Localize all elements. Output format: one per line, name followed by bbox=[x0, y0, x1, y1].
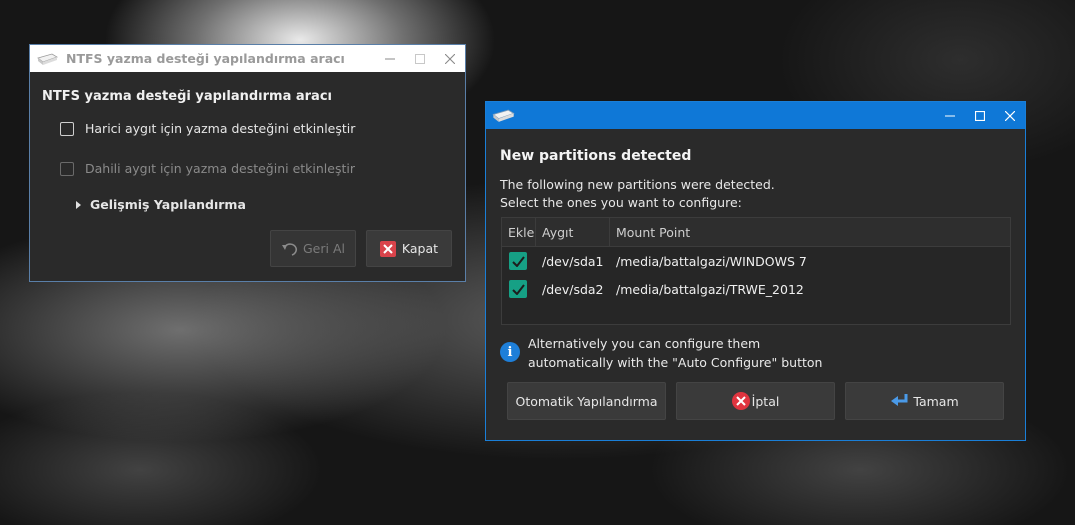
cancel-icon bbox=[731, 392, 750, 410]
partitions-table[interactable]: Ekle Aygıt Mount Point /dev/sda1 /media/… bbox=[501, 217, 1011, 325]
column-header-device[interactable]: Aygıt bbox=[536, 218, 610, 246]
close-window-button[interactable]: Kapat bbox=[366, 230, 452, 267]
maximize-button[interactable] bbox=[965, 102, 995, 129]
ntfs-window-titlebar[interactable]: NTFS yazma desteği yapılandırma aracı bbox=[30, 45, 465, 72]
undo-icon bbox=[282, 242, 298, 256]
advanced-config-expander[interactable]: Gelişmiş Yapılandırma bbox=[76, 197, 246, 212]
device-cell: /dev/sda2 bbox=[542, 281, 604, 297]
maximize-icon bbox=[975, 110, 985, 121]
internal-write-label: Dahili aygıt için yazma desteğini etkinl… bbox=[85, 161, 356, 176]
ok-button[interactable]: Tamam bbox=[845, 382, 1004, 420]
external-write-checkbox[interactable] bbox=[60, 121, 74, 136]
drive-icon bbox=[36, 52, 58, 66]
check-icon bbox=[511, 255, 525, 267]
expand-arrow-icon bbox=[76, 200, 81, 209]
table-header: Ekle Aygıt Mount Point bbox=[502, 218, 1010, 247]
info-icon: i bbox=[500, 342, 520, 362]
external-write-label: Harici aygıt için yazma desteğini etkinl… bbox=[85, 121, 356, 136]
check-icon bbox=[511, 283, 525, 295]
close-icon bbox=[445, 53, 455, 64]
mount-point-cell: /media/battalgazi/TRWE_2012 bbox=[616, 281, 804, 297]
maximize-icon bbox=[415, 53, 425, 64]
table-row[interactable]: /dev/sda2 /media/battalgazi/TRWE_2012 bbox=[502, 275, 1010, 303]
ntfs-config-window: NTFS yazma desteği yapılandırma aracı NT… bbox=[29, 44, 466, 282]
partitions-window-titlebar[interactable] bbox=[486, 102, 1025, 129]
device-cell: /dev/sda1 bbox=[542, 253, 604, 269]
minimize-button[interactable] bbox=[935, 102, 965, 129]
window-title: NTFS yazma desteği yapılandırma aracı bbox=[66, 51, 345, 66]
table-row[interactable]: /dev/sda1 /media/battalgazi/WINDOWS 7 bbox=[502, 247, 1010, 275]
drive-icon bbox=[491, 108, 935, 123]
internal-write-option: Dahili aygıt için yazma desteğini etkinl… bbox=[60, 161, 355, 176]
maximize-button[interactable] bbox=[405, 45, 435, 72]
revert-button: Geri Al bbox=[270, 230, 356, 267]
close-button[interactable] bbox=[995, 102, 1025, 129]
mount-point-cell: /media/battalgazi/WINDOWS 7 bbox=[616, 253, 807, 269]
close-x-icon bbox=[379, 240, 396, 257]
page-title: New partitions detected bbox=[500, 148, 692, 164]
close-button[interactable] bbox=[435, 45, 465, 72]
row-checkbox[interactable] bbox=[509, 280, 527, 298]
new-partitions-window: New partitions detected The following ne… bbox=[485, 101, 1026, 441]
column-header-mount[interactable]: Mount Point bbox=[610, 218, 1010, 246]
external-write-option[interactable]: Harici aygıt için yazma desteğini etkinl… bbox=[60, 121, 355, 136]
row-checkbox[interactable] bbox=[509, 252, 527, 270]
advanced-config-label: Gelişmiş Yapılandırma bbox=[90, 197, 246, 212]
page-title: NTFS yazma desteği yapılandırma aracı bbox=[42, 89, 332, 104]
minimize-button[interactable] bbox=[375, 45, 405, 72]
cancel-button[interactable]: İptal bbox=[676, 382, 835, 420]
description-text: The following new partitions were detect… bbox=[500, 177, 775, 210]
internal-write-checkbox bbox=[60, 161, 74, 176]
close-icon bbox=[1005, 110, 1015, 121]
minimize-icon bbox=[385, 58, 395, 59]
auto-configure-button[interactable]: Otomatik Yapılandırma bbox=[507, 382, 666, 420]
minimize-icon bbox=[945, 115, 955, 116]
column-header-add[interactable]: Ekle bbox=[502, 218, 536, 246]
enter-arrow-icon bbox=[891, 394, 908, 406]
info-message: i Alternatively you can configure them a… bbox=[500, 334, 822, 372]
